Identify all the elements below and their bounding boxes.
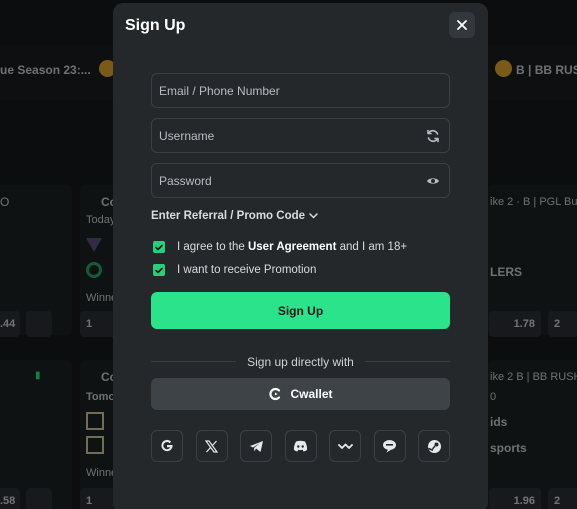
agreement-checkbox[interactable]	[153, 241, 165, 253]
email-input[interactable]	[152, 74, 449, 107]
username-field[interactable]	[151, 118, 450, 153]
eye-icon[interactable]	[426, 174, 440, 188]
modal-title: Sign Up	[125, 17, 186, 34]
password-input[interactable]	[152, 164, 449, 197]
telegram-icon	[249, 440, 263, 452]
signup-modal: Sign Up Enter Referral / Promo Code I ag…	[113, 3, 488, 509]
chevron-down-icon	[309, 213, 318, 219]
line-login-button[interactable]	[373, 430, 406, 462]
password-field[interactable]	[151, 163, 450, 198]
agreement-suffix: and I am 18+	[339, 241, 408, 253]
user-agreement-link[interactable]: User Agreement	[248, 241, 336, 253]
refresh-icon[interactable]	[426, 129, 440, 143]
cwallet-icon	[269, 387, 281, 401]
close-button[interactable]	[449, 12, 475, 38]
walletconnect-login-button[interactable]	[329, 430, 361, 462]
promotion-checkbox[interactable]	[153, 264, 165, 276]
promotion-row: I want to receive Promotion	[153, 264, 316, 276]
google-login-button[interactable]	[151, 430, 183, 462]
checkmark-icon	[155, 244, 163, 250]
email-field[interactable]	[151, 73, 450, 108]
x-icon	[205, 439, 218, 453]
referral-label: Enter Referral / Promo Code	[151, 210, 306, 222]
telegram-login-button[interactable]	[240, 430, 272, 462]
discord-login-button[interactable]	[284, 430, 317, 462]
divider-text: Sign up directly with	[247, 355, 354, 369]
steam-icon	[427, 439, 441, 453]
agreement-prefix: I agree to the	[177, 241, 245, 253]
close-icon	[457, 20, 467, 30]
discord-icon	[293, 440, 308, 452]
cwallet-button[interactable]: Cwallet	[151, 378, 450, 410]
walletconnect-icon	[337, 443, 353, 449]
line-icon	[383, 440, 396, 453]
google-icon	[161, 439, 173, 452]
username-input[interactable]	[152, 119, 449, 152]
x-login-button[interactable]	[195, 430, 228, 462]
agreement-row: I agree to the User Agreement and I am 1…	[153, 241, 407, 253]
social-login-row	[151, 430, 450, 462]
checkmark-icon	[155, 267, 163, 273]
agreement-text: I agree to the User Agreement and I am 1…	[177, 241, 407, 253]
signup-button[interactable]: Sign Up	[151, 292, 450, 329]
promotion-label: I want to receive Promotion	[177, 264, 317, 276]
steam-login-button[interactable]	[418, 430, 450, 462]
referral-toggle[interactable]: Enter Referral / Promo Code	[151, 210, 318, 222]
cwallet-label: Cwallet	[290, 387, 333, 401]
